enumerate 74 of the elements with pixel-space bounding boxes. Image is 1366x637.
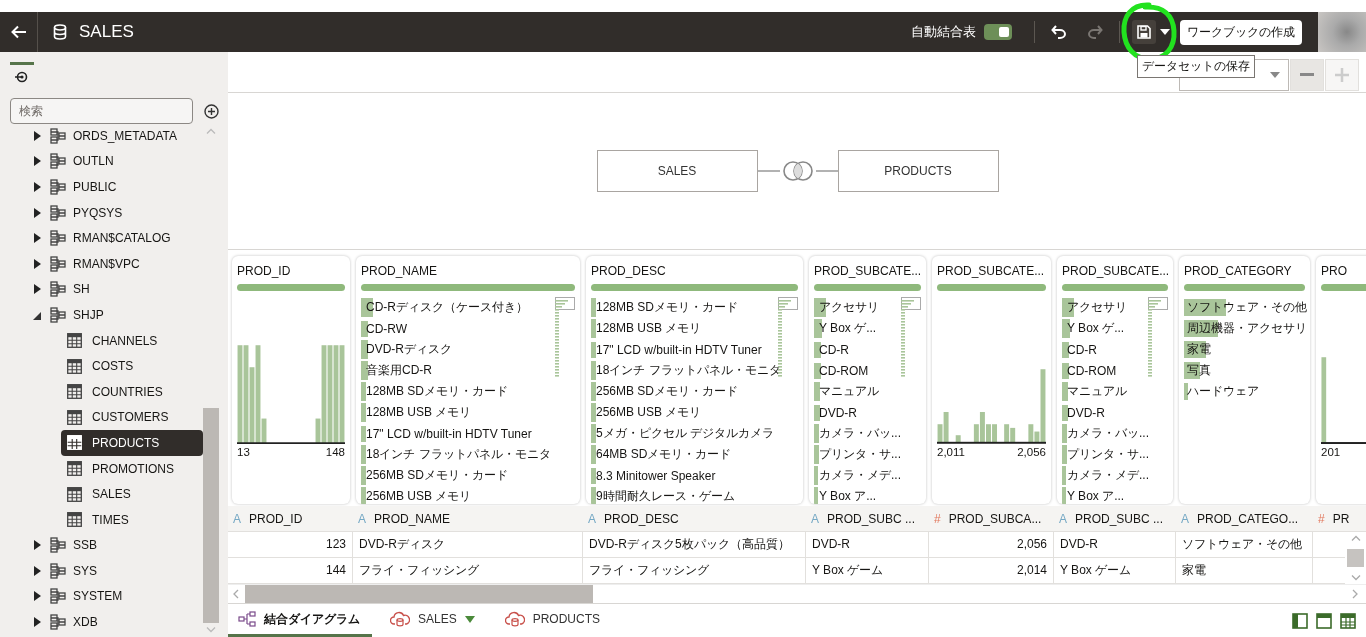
table-cell: 2,014 xyxy=(929,558,1054,583)
value-label: 5メガ・ピクセル デジタルカメラ xyxy=(591,424,774,443)
value-label: CD-R xyxy=(1062,341,1097,358)
dataset-title: SALES xyxy=(79,22,134,42)
table-cell: 家電 xyxy=(1176,558,1313,583)
value-label: Y Box ゲ... xyxy=(1062,319,1125,338)
value-label: Y Box ア... xyxy=(814,487,877,504)
value-label: 256MB SDメモリ・カード xyxy=(361,466,509,485)
table-cell: DVD-R xyxy=(806,532,929,557)
type-icon: # xyxy=(1318,511,1325,526)
value-label: カメラ・バッ... xyxy=(1062,424,1149,443)
value-label: カメラ・メデ... xyxy=(1062,466,1149,485)
value-label: カメラ・バッ... xyxy=(814,424,901,443)
value-label: 8.3 Minitower Speaker xyxy=(591,467,716,484)
type-icon: A xyxy=(1181,511,1189,526)
value-label: 音楽用CD-R xyxy=(361,361,432,380)
value-label: 18インチ フラットパネル・モニタ xyxy=(361,445,551,464)
card-title: PRO xyxy=(1321,264,1348,278)
value-label: DVD-R xyxy=(1062,404,1105,421)
table-cell: 123 xyxy=(228,532,353,557)
value-label: 18インチ フラットパネル・モニタ xyxy=(591,361,781,380)
type-icon: # xyxy=(934,511,941,526)
axis-label: 2,011 xyxy=(937,446,965,458)
value-label: 17" LCD w/built-in HDTV Tuner xyxy=(591,341,762,358)
type-icon: A xyxy=(1059,511,1067,526)
card-title: PROD_NAME xyxy=(361,264,438,278)
table-cell: ソフトウェア・その他 xyxy=(1176,532,1313,557)
value-label: CD-RW xyxy=(361,320,408,337)
tooltip: データセットの保存 xyxy=(1137,55,1255,78)
table-cell: フライ・フィッシング xyxy=(583,558,806,583)
type-icon: A xyxy=(358,511,366,526)
table-cell: DVD-R xyxy=(1054,532,1176,557)
value-label: 128MB SDメモリ・カード xyxy=(591,298,739,317)
table-cell: DVD-Rディスク5枚パック（高品質） xyxy=(583,532,806,557)
table-cell: Y Box ゲーム xyxy=(806,558,929,583)
value-label: 17" LCD w/built-in HDTV Tuner xyxy=(361,425,532,442)
value-label: Y Box ア... xyxy=(1062,487,1125,504)
axis-label: 13 xyxy=(237,446,250,458)
card-title: PROD_SUBCATE... xyxy=(814,264,921,278)
table-cell: 144 xyxy=(228,558,353,583)
type-icon: A xyxy=(588,511,596,526)
value-label: CD-ROM xyxy=(814,362,869,379)
value-label: CD-ROM xyxy=(1062,362,1117,379)
auto-join-label: 自動結合表 xyxy=(911,23,976,41)
table-cell: Y Box ゲーム xyxy=(1054,558,1176,583)
value-label: プリンタ・サ... xyxy=(814,445,901,464)
axis-label: 2,056 xyxy=(1017,446,1046,458)
type-icon: A xyxy=(811,511,819,526)
value-label: カメラ・メデ... xyxy=(814,466,901,485)
table-cell: 2,056 xyxy=(929,532,1054,557)
value-label: ハードウェア xyxy=(1184,383,1259,400)
table-cell: フライ・フィッシング xyxy=(353,558,583,583)
value-label: Y Box ゲ... xyxy=(814,319,877,338)
table-cell: DVD-Rディスク xyxy=(353,532,583,557)
value-label: プリンタ・サ... xyxy=(1062,445,1149,464)
value-label: 256MB SDメモリ・カード xyxy=(591,382,739,401)
value-label: 写真 xyxy=(1184,362,1211,379)
card-title: PROD_CATEGORY xyxy=(1184,264,1293,278)
card-title: PROD_ID xyxy=(237,264,292,278)
value-label: DVD-R xyxy=(814,404,857,421)
value-label: 64MB SDメモリ・カード xyxy=(591,445,732,464)
card-title: PROD_DESC xyxy=(591,264,667,278)
axis-label: 201 xyxy=(1321,446,1341,458)
value-label: 9時間耐久レース・ゲーム xyxy=(591,487,735,504)
axis-label: 148 xyxy=(325,446,345,458)
card-title: PROD_SUBCATE... xyxy=(1062,264,1168,278)
value-label: マニュアル xyxy=(1062,382,1127,401)
value-label: ソフトウェア・その他 xyxy=(1184,299,1307,316)
type-icon: A xyxy=(233,511,241,526)
value-label: 128MB SDメモリ・カード xyxy=(361,382,509,401)
value-label: マニュアル xyxy=(814,382,879,401)
value-label: CD-R xyxy=(814,341,849,358)
value-label: DVD-Rディスク xyxy=(361,340,452,359)
card-title: PROD_SUBCATE... xyxy=(937,264,1046,278)
